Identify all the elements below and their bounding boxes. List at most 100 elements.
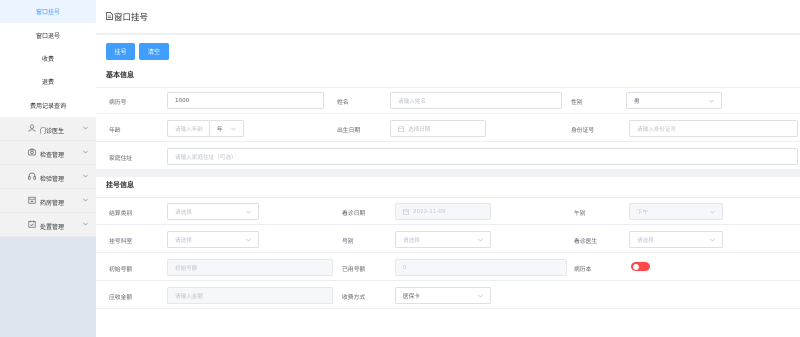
section-separator <box>96 169 800 177</box>
init-count-placeholder: 初始号额 <box>175 265 198 272</box>
sidebar-group-label: 处置管理 <box>40 223 65 231</box>
row-divider <box>96 141 800 142</box>
amount-placeholder: 请输入金额 <box>175 293 203 300</box>
row-divider <box>96 280 800 281</box>
level-placeholder: 请选择 <box>403 237 420 244</box>
row-divider <box>96 113 800 114</box>
row-divider <box>96 224 800 225</box>
section-title-basic: 基本信息 <box>106 71 134 79</box>
visit-date-value: 2022-11-09 <box>413 208 446 215</box>
chevron-down-icon <box>83 150 88 154</box>
used-count-label: 已用号额 <box>342 267 366 273</box>
sidebar-group-pharmacy[interactable]: 药房管理 <box>0 189 96 213</box>
record-no-input[interactable]: 1000 <box>167 92 324 109</box>
record-no-label: 病历号 <box>109 100 127 106</box>
pharmacy-icon <box>28 196 36 204</box>
used-count-input[interactable]: 0 <box>395 259 567 276</box>
sidebar-group-outpatient[interactable]: 门诊医生 <box>0 117 96 141</box>
init-count-label: 初始号额 <box>109 267 133 273</box>
camera-icon <box>28 148 36 156</box>
record-no-value: 1000 <box>175 97 190 104</box>
gender-value: 男 <box>634 98 640 105</box>
chevron-down-icon <box>246 238 251 242</box>
settle-placeholder: 请选择 <box>175 209 192 216</box>
chevron-down-icon <box>710 210 715 214</box>
gender-label: 性别 <box>571 100 583 106</box>
sidebar-group-lab[interactable]: 检验管理 <box>0 165 96 189</box>
sidebar-item-window-cancel[interactable]: 窗口退号 <box>0 23 96 46</box>
sidebar-item-window-register[interactable]: 窗口挂号 <box>0 0 96 24</box>
sidebar-group-label: 门诊医生 <box>40 127 65 135</box>
sidebar-group-exam[interactable]: 检查管理 <box>0 141 96 165</box>
amount-input[interactable]: 请输入金额 <box>167 287 333 304</box>
page-header: 窗口挂号 <box>96 0 800 34</box>
sidebar-item-refund[interactable]: 退费 <box>0 70 96 93</box>
birth-placeholder: 选择日期 <box>408 126 431 133</box>
age-unit-select[interactable]: 年 <box>209 120 244 137</box>
settle-label: 结算类别 <box>109 211 133 217</box>
record-book-toggle[interactable] <box>631 262 650 271</box>
noon-select[interactable]: 下午 <box>629 203 723 220</box>
clear-button[interactable]: 清空 <box>139 43 169 60</box>
chevron-down-icon <box>83 222 88 226</box>
age-unit-value: 年 <box>217 126 223 133</box>
idcard-placeholder: 请输入身份证号 <box>637 126 677 133</box>
noon-label: 午别 <box>574 211 586 217</box>
page-title: 窗口挂号 <box>114 13 149 23</box>
document-icon <box>106 12 113 20</box>
doctor-select[interactable]: 请选择 <box>629 231 723 248</box>
chevron-down-icon <box>83 126 88 130</box>
name-input[interactable]: 请输入姓名 <box>390 92 562 109</box>
headset-icon <box>28 172 36 180</box>
level-select[interactable]: 请选择 <box>395 231 491 248</box>
address-placeholder: 请输入家庭住址（可选） <box>175 154 237 161</box>
sidebar-menu: 窗口挂号 窗口退号 收费 退费 费用记录查询 <box>0 0 96 117</box>
address-label: 家庭住址 <box>109 156 133 162</box>
section-title-register: 挂号信息 <box>106 181 134 189</box>
chevron-down-icon <box>83 198 88 202</box>
birth-date-picker[interactable]: 选择日期 <box>390 120 486 137</box>
dept-placeholder: 请选择 <box>175 237 192 244</box>
visit-date-picker[interactable]: 2022-11-09 <box>395 203 491 220</box>
register-form: 挂号 清空 基本信息 病历号 1000 姓名 请输入姓名 性别 男 年龄 请输入… <box>96 35 800 337</box>
row-divider <box>96 87 800 88</box>
idcard-label: 身份证号 <box>571 128 595 134</box>
pay-select[interactable]: 医保卡 <box>395 287 491 304</box>
name-placeholder: 请输入姓名 <box>398 98 426 105</box>
sidebar-item-charge[interactable]: 收费 <box>0 47 96 70</box>
age-placeholder: 请输入年龄 <box>175 126 203 133</box>
user-icon <box>28 124 36 132</box>
gender-select[interactable]: 男 <box>626 92 722 109</box>
amount-label: 应收金额 <box>109 295 133 301</box>
age-input[interactable]: 请输入年龄 <box>167 120 210 137</box>
chevron-down-icon <box>478 294 483 298</box>
dept-select[interactable]: 请选择 <box>167 231 259 248</box>
chevron-down-icon <box>710 238 715 242</box>
row-divider <box>96 308 800 309</box>
name-label: 姓名 <box>337 100 349 106</box>
init-count-input[interactable]: 初始号额 <box>167 259 333 276</box>
register-button[interactable]: 挂号 <box>106 43 135 60</box>
chevron-down-icon <box>83 174 88 178</box>
pay-label: 收费方式 <box>342 295 366 301</box>
chevron-down-icon <box>709 99 714 103</box>
doctor-placeholder: 请选择 <box>637 237 654 244</box>
pay-value: 医保卡 <box>403 293 420 300</box>
sidebar: 窗口挂号 窗口退号 收费 退费 费用记录查询 门诊医生 检查管理 检验管理 药房… <box>0 0 96 337</box>
birth-label: 出生日期 <box>337 128 361 134</box>
record-book-label: 病历本 <box>574 267 592 273</box>
sidebar-groups: 门诊医生 检查管理 检验管理 药房管理 处置管理 <box>0 117 96 237</box>
sidebar-group-treatment[interactable]: 处置管理 <box>0 213 96 237</box>
main-area: 窗口挂号 挂号 清空 基本信息 病历号 1000 姓名 请输入姓名 性别 男 年… <box>96 0 800 337</box>
idcard-input[interactable]: 请输入身份证号 <box>629 120 798 137</box>
doctor-label: 看诊医生 <box>574 239 598 245</box>
visit-date-label: 看诊日期 <box>342 211 366 217</box>
used-count-value: 0 <box>403 264 407 271</box>
settle-select[interactable]: 请选择 <box>167 203 259 220</box>
level-label: 号别 <box>342 239 354 245</box>
dept-label: 挂号科室 <box>109 239 133 245</box>
sidebar-group-label: 检查管理 <box>40 151 65 159</box>
address-input[interactable]: 请输入家庭住址（可选） <box>167 148 798 165</box>
sidebar-item-fee-records[interactable]: 费用记录查询 <box>0 94 96 117</box>
age-label: 年龄 <box>109 128 121 134</box>
